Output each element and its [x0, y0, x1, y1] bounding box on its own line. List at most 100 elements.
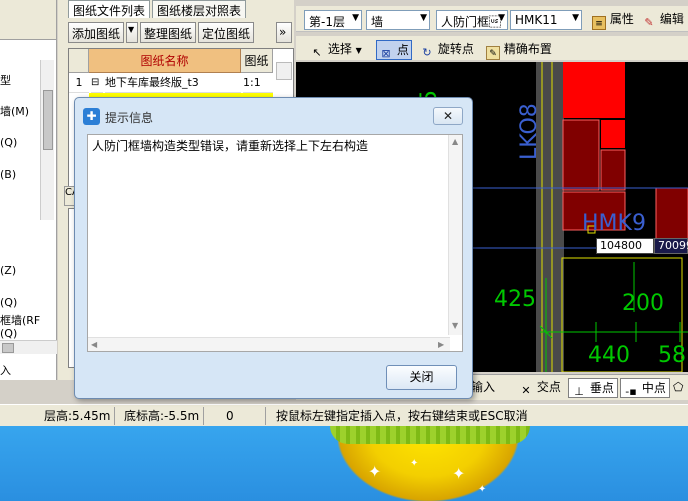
rotate-point-button[interactable]: ↻ 旋转点: [418, 40, 476, 60]
intersection-snap-button[interactable]: ✕ 交点: [516, 378, 564, 398]
app-logo-icon: ✚: [83, 108, 100, 125]
locate-drawing-button[interactable]: 定位图纸: [198, 22, 255, 43]
tree-item[interactable]: 墙(M): [0, 103, 29, 119]
chevron-down-icon: ▼: [352, 13, 359, 23]
dim-label-58: 58: [658, 343, 686, 368]
component-type-select[interactable]: 人防门框 ▼: [436, 10, 508, 30]
table-header-name[interactable]: 图纸名称: [89, 49, 241, 73]
point-button[interactable]: ⊠ 点: [376, 40, 412, 60]
tree-item[interactable]: 框墙(RF: [0, 312, 40, 328]
select-label: 选择: [327, 42, 352, 56]
perpendicular-snap-button[interactable]: ⊥ 垂点: [568, 378, 618, 398]
chevron-down-icon: ▼: [572, 13, 579, 23]
table-scrollbar[interactable]: [276, 62, 292, 80]
door-block: [655, 187, 688, 241]
floor-height: 层高:5.45m: [40, 407, 116, 425]
edit-button[interactable]: ✎ 编辑: [640, 10, 686, 30]
collapse-minus-icon[interactable]: ⊟: [91, 73, 103, 93]
select-button[interactable]: ↖ 选择 ▼: [308, 40, 364, 60]
scroll-down-icon[interactable]: ▼: [452, 321, 458, 330]
wallpaper-sparkle-icon: ✦: [368, 462, 382, 481]
dialog-title: 提示信息: [105, 111, 154, 125]
category-value: 墙: [371, 15, 384, 29]
wallpaper-sparkle-icon: ✦: [478, 484, 487, 495]
wallpaper-sparkle-icon: ✦: [410, 458, 419, 469]
tree-item[interactable]: 入: [0, 362, 11, 378]
precise-place-icon: ✎: [486, 46, 500, 60]
drawing-scale: 1:1: [243, 73, 273, 93]
midpoint-snap-button[interactable]: -▪ 中点: [620, 378, 670, 398]
tree-item[interactable]: (Q): [0, 296, 17, 309]
point-box-icon: ⊠: [381, 47, 391, 60]
precise-place-label: 精确布置: [503, 42, 552, 56]
scroll-up-icon[interactable]: ▲: [452, 137, 458, 146]
status-bar: 层高:5.45m 底标高:-5.5m 0 按鼠标左键指定插入点，按右键结束或ES…: [0, 404, 688, 426]
status-hint: 按鼠标左键指定插入点，按右键结束或ESC取消: [276, 409, 528, 423]
message-dialog: ✚ 提示信息 ✕ 人防门框墙构造类型错误，请重新选择上下左右构造 ▲ ▼ ◀ ▶…: [74, 97, 473, 399]
chevron-down-icon: ▼: [355, 46, 362, 55]
floor-value: 第-1层: [309, 15, 345, 29]
dialog-titlebar[interactable]: ✚ 提示信息 ✕: [75, 98, 472, 134]
left-panel-header: [0, 0, 56, 40]
tree-item[interactable]: 型: [0, 72, 11, 88]
floor-select[interactable]: 第-1层 ▼: [304, 10, 362, 30]
properties-button[interactable]: ≡ 属性: [590, 10, 636, 30]
tree-item[interactable]: (B): [0, 168, 16, 181]
more-snap-icon[interactable]: ⬠: [670, 378, 686, 398]
status-value: 0: [222, 407, 266, 425]
rotate-point-label: 旋转点: [437, 42, 474, 56]
component-select[interactable]: HMK11 ▼: [510, 10, 582, 30]
more-chevron-icon[interactable]: »: [276, 22, 292, 43]
table-header-index: [69, 49, 89, 73]
message-hscrollbar[interactable]: ◀ ▶: [88, 337, 450, 351]
properties-icon: ≡: [592, 16, 606, 30]
close-icon[interactable]: ✕: [433, 107, 463, 125]
scroll-thumb[interactable]: [43, 90, 53, 150]
row-index: 1: [69, 73, 89, 93]
tree-item[interactable]: (Q): [0, 327, 17, 340]
component-toolbar: 第-1层 ▼ 墙 ▼ 人防门框 ▼ HMK11 ▼ ≡ 属性 ✎ 编辑: [296, 6, 688, 32]
door-block: [601, 120, 625, 148]
tree-item[interactable]: (Z): [0, 264, 16, 277]
component-value: HMK11: [515, 13, 558, 27]
midpoint-icon: -▪: [625, 385, 637, 398]
dim-label-440: 440: [588, 343, 630, 368]
message-textarea[interactable]: 人防门框墙构造类型错误，请重新选择上下左右构造 ▲ ▼ ◀ ▶: [87, 134, 463, 352]
category-select[interactable]: 墙 ▼: [366, 10, 430, 30]
label-hmk9: HMK9: [582, 211, 646, 236]
organize-drawings-button[interactable]: 整理图纸: [140, 22, 197, 43]
base-elevation: 底标高:-5.5m: [120, 407, 205, 425]
intersection-x-icon: ✕: [521, 384, 531, 397]
tab-floor-mapping[interactable]: 图纸楼层对照表: [152, 0, 247, 18]
add-drawing-button[interactable]: 添加图纸: [68, 22, 125, 43]
tab-drawing-files[interactable]: 图纸文件列表: [68, 0, 151, 18]
wallpaper-sparkle-icon: ✦: [452, 464, 466, 483]
edit-label: 编辑: [659, 12, 684, 26]
add-drawing-dropdown-icon[interactable]: ▼: [126, 22, 138, 43]
component-type-value: 人防门框: [441, 15, 502, 29]
table-header-scale[interactable]: 图纸: [241, 49, 273, 73]
chevron-down-icon: ▼: [420, 13, 427, 23]
scroll-right-icon[interactable]: ▶: [438, 340, 444, 349]
dim-label-200: 200: [622, 291, 664, 316]
message-vscrollbar[interactable]: ▲ ▼: [448, 135, 462, 335]
properties-label: 属性: [609, 12, 634, 26]
left-panel-scrollbar[interactable]: [40, 60, 54, 220]
component-tree-panel: 型 墙(M) (Q) (B) (Z) (Q) 框墙(RF (Q) 入: [0, 0, 57, 380]
message-text: 人防门框墙构造类型错误，请重新选择上下左右构造: [92, 139, 369, 153]
left-panel-hscrollbar[interactable]: [0, 340, 57, 354]
scroll-left-icon[interactable]: ◀: [91, 340, 97, 349]
coord-input-x[interactable]: 104800: [596, 238, 654, 254]
precise-place-button[interactable]: ✎ 精确布置: [484, 40, 554, 60]
close-button[interactable]: 关闭: [386, 365, 457, 390]
coord-input-y[interactable]: 70099.: [654, 238, 688, 254]
perpendicular-icon: ⊥: [574, 385, 584, 398]
scroll-thumb[interactable]: [2, 343, 14, 353]
tree-item[interactable]: (Q): [0, 136, 17, 149]
desktop-wallpaper: ✦ ✦ ✦ ✦: [0, 426, 688, 501]
dim-label-425: 425: [494, 287, 536, 312]
door-block: [563, 62, 625, 118]
pencil-icon: ✎: [644, 16, 654, 29]
perpendicular-label: 垂点: [589, 381, 614, 395]
label-lko8: LKO8: [517, 103, 542, 160]
